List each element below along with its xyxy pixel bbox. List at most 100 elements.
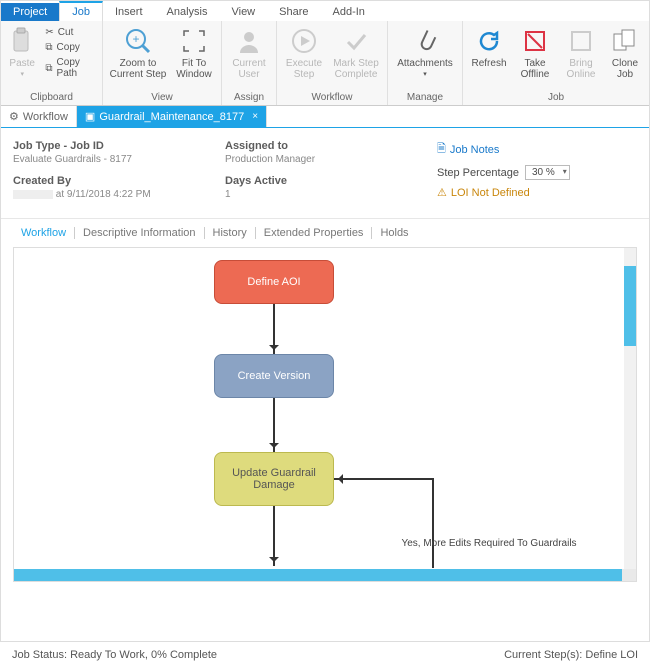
bring-online-button[interactable]: Bring Online: [559, 23, 603, 80]
fit-window-icon: [179, 26, 209, 56]
cut-icon: ✂: [45, 27, 53, 38]
subtab-workflow[interactable]: Workflow: [13, 227, 75, 239]
tab-share[interactable]: Share: [267, 3, 320, 21]
job-group-label: Job: [467, 91, 645, 105]
doc-tab-workflow-label: Workflow: [23, 111, 68, 123]
tab-addin[interactable]: Add-In: [321, 3, 377, 21]
offline-icon: [520, 26, 550, 56]
paste-icon: [7, 26, 37, 56]
take-offline-button[interactable]: Take Offline: [513, 23, 557, 80]
execute-step-button[interactable]: Execute Step: [281, 23, 327, 80]
subtab-extended[interactable]: Extended Properties: [256, 227, 373, 239]
user-icon: [234, 26, 264, 56]
close-tab-icon[interactable]: ×: [248, 111, 258, 122]
created-by-value: at 9/11/2018 4:22 PM: [13, 189, 225, 200]
doc-tab-guardrail[interactable]: ▣ Guardrail_Maintenance_8177 ×: [77, 106, 267, 127]
job-info-panel: Job Type - Job ID Evaluate Guardrails - …: [1, 128, 649, 219]
refresh-label: Refresh: [471, 58, 506, 69]
job-type-header: Job Type - Job ID: [13, 140, 225, 152]
mark-complete-button[interactable]: Mark Step Complete: [329, 23, 383, 80]
node-define-aoi[interactable]: Define AOI: [214, 260, 334, 304]
ribbon: Paste▾ ✂ Cut ⧉Copy ⧉ Copy Path Clipboard +…: [1, 21, 649, 106]
clone-label: Clone Job: [605, 58, 645, 80]
subtab-holds[interactable]: Holds: [372, 227, 416, 239]
cut-button[interactable]: ✂ Cut: [41, 26, 98, 39]
tab-insert[interactable]: Insert: [103, 3, 155, 21]
workflow-diagram[interactable]: Define AOI Create Version Update Guardra…: [14, 248, 636, 581]
document-tabs: ⚙ Workflow ▣ Guardrail_Maintenance_8177 …: [1, 106, 649, 128]
step-pct-select[interactable]: 30 %: [525, 165, 570, 180]
online-icon: [566, 26, 596, 56]
view-group-label: View: [107, 91, 217, 105]
loi-warning-label: LOI Not Defined: [451, 187, 530, 199]
tab-view[interactable]: View: [219, 3, 267, 21]
tab-job[interactable]: Job: [59, 1, 103, 21]
ribbon-group-job: Refresh Take Offline Bring Online Clone …: [463, 21, 649, 105]
online-label: Bring Online: [559, 58, 603, 80]
subtab-history[interactable]: History: [205, 227, 256, 239]
ribbon-group-view: + Zoom to Current Step Fit To Window Vie…: [103, 21, 222, 105]
copy-icon: ⧉: [45, 42, 52, 53]
node-update-guardrail-damage[interactable]: Update Guardrail Damage: [214, 452, 334, 506]
ribbon-group-manage: Attachments▾ Manage: [388, 21, 463, 105]
arrow-2: [273, 398, 275, 452]
paperclip-icon: [410, 26, 440, 56]
refresh-button[interactable]: Refresh: [467, 23, 511, 69]
ribbon-group-assign: Current User Assign: [222, 21, 277, 105]
clone-job-button[interactable]: Clone Job: [605, 23, 645, 80]
assigned-to-header: Assigned to: [225, 140, 437, 152]
loop-line-vertical: [432, 478, 434, 568]
tab-analysis[interactable]: Analysis: [155, 3, 220, 21]
copy-path-button[interactable]: ⧉ Copy Path: [41, 56, 98, 80]
current-user-button[interactable]: Current User: [226, 23, 272, 80]
copy-path-label: Copy Path: [57, 57, 94, 79]
execute-label: Execute Step: [281, 58, 327, 80]
tab-project[interactable]: Project: [1, 3, 59, 21]
assigned-to-value: Production Manager: [225, 154, 437, 165]
assign-group-label: Assign: [226, 91, 272, 105]
paste-label: Paste: [9, 58, 35, 69]
vertical-scroll-thumb[interactable]: [624, 266, 636, 346]
check-icon: [341, 26, 371, 56]
manage-group-label: Manage: [392, 91, 458, 105]
workflow-tab-icon: ⚙: [9, 110, 19, 123]
attachments-button[interactable]: Attachments▾: [392, 23, 458, 80]
notes-icon: 🗎: [437, 140, 446, 159]
svg-text:+: +: [132, 32, 139, 46]
arrow-1: [273, 304, 275, 354]
job-type-value: Evaluate Guardrails - 8177: [13, 154, 225, 165]
job-tab-icon: ▣: [85, 110, 95, 123]
ribbon-group-workflow: Execute Step Mark Step Complete Workflow: [277, 21, 388, 105]
copy-path-icon: ⧉: [45, 63, 52, 74]
created-by-text: at 9/11/2018 4:22 PM: [53, 189, 151, 200]
play-icon: [289, 26, 319, 56]
status-bar: Job Status: Ready To Work, 0% Complete C…: [0, 641, 650, 667]
zoom-current-step-button[interactable]: + Zoom to Current Step: [107, 23, 169, 80]
loi-warning: ⚠ LOI Not Defined: [437, 186, 637, 199]
days-active-value: 1: [225, 189, 437, 200]
clone-icon: [610, 26, 640, 56]
node-create-version[interactable]: Create Version: [214, 354, 334, 398]
zoom-label: Zoom to Current Step: [107, 58, 169, 80]
created-by-header: Created By: [13, 175, 225, 187]
job-notes-link[interactable]: 🗎 Job Notes: [437, 140, 637, 159]
step-pct-label: Step Percentage: [437, 167, 519, 179]
menu-tabs: Project Job Insert Analysis View Share A…: [1, 1, 649, 21]
copy-button[interactable]: ⧉Copy: [41, 41, 98, 54]
warning-icon: ⚠: [437, 186, 447, 199]
subtab-descriptive[interactable]: Descriptive Information: [75, 227, 205, 239]
clipboard-group-label: Clipboard: [5, 91, 98, 105]
workflow-group-label: Workflow: [281, 91, 383, 105]
doc-tab-workflow[interactable]: ⚙ Workflow: [1, 106, 77, 127]
refresh-icon: [474, 26, 504, 56]
paste-button[interactable]: Paste▾: [5, 23, 39, 80]
fit-label: Fit To Window: [171, 58, 217, 80]
cut-label: Cut: [58, 27, 74, 38]
horizontal-scroll-thumb[interactable]: [14, 569, 622, 581]
days-active-header: Days Active: [225, 175, 437, 187]
job-notes-label: Job Notes: [450, 144, 500, 156]
arrow-3: [273, 506, 275, 566]
fit-window-button[interactable]: Fit To Window: [171, 23, 217, 80]
zoom-icon: +: [123, 26, 153, 56]
edge-label-more-edits: Yes, More Edits Required To Guardrails: [394, 538, 584, 549]
